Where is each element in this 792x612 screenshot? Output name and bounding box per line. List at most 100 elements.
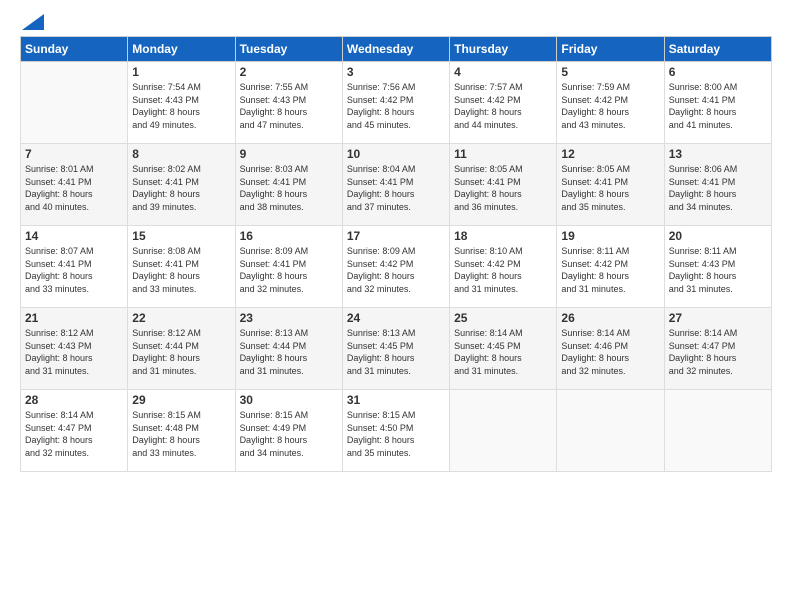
calendar-week-row: 28 Sunrise: 8:14 AMSunset: 4:47 PMDayligh… [21,390,772,472]
calendar-cell: 5 Sunrise: 7:59 AMSunset: 4:42 PMDaylight… [557,62,664,144]
calendar-cell: 1 Sunrise: 7:54 AMSunset: 4:43 PMDaylight… [128,62,235,144]
calendar-cell: 10Sunrise: 8:04 AMSunset: 4:41 PMDayligh… [342,144,449,226]
calendar-cell: 3Sunrise: 7:56 AMSunset: 4:42 PMDaylight… [342,62,449,144]
cell-details: Sunrise: 8:02 AMSunset: 4:41 PMDaylight:… [132,163,230,213]
cell-details: Sunrise: 8:10 AMSunset: 4:42 PMDaylight:… [454,245,552,295]
calendar-cell: 4Sunrise: 7:57 AMSunset: 4:42 PMDaylight… [450,62,557,144]
cell-details: Sunrise: 8:06 AMSunset: 4:41 PMDaylight:… [669,163,767,213]
cell-details: Sunrise: 8:11 AMSunset: 4:42 PMDaylight:… [561,245,659,295]
cell-details: Sunrise: 8:03 AMSunset: 4:41 PMDaylight:… [240,163,338,213]
cell-details: Sunrise: 7:54 AMSunset: 4:43 PMDaylight:… [132,81,230,131]
day-number: 25 [454,311,552,325]
calendar-cell: 9 Sunrise: 8:03 AMSunset: 4:41 PMDaylight… [235,144,342,226]
day-number: 31 [347,393,445,407]
day-number: 29 [132,393,230,407]
cell-details: Sunrise: 7:55 AMSunset: 4:43 PMDaylight:… [240,81,338,131]
calendar-week-row: 7Sunrise: 8:01 AMSunset: 4:41 PMDaylight… [21,144,772,226]
calendar-cell: 2 Sunrise: 7:55 AMSunset: 4:43 PMDaylight… [235,62,342,144]
calendar-cell: 26 Sunrise: 8:14 AMSunset: 4:46 PMDayligh… [557,308,664,390]
cell-details: Sunrise: 8:09 AMSunset: 4:42 PMDaylight:… [347,245,445,295]
day-number: 15 [132,229,230,243]
calendar-cell: 14 Sunrise: 8:07 AMSunset: 4:41 PMDayligh… [21,226,128,308]
day-number: 21 [25,311,123,325]
day-number: 19 [561,229,659,243]
day-number: 12 [561,147,659,161]
calendar-week-row: 21 Sunrise: 8:12 AMSunset: 4:43 PMDayligh… [21,308,772,390]
cell-details: Sunrise: 8:15 AMSunset: 4:48 PMDaylight:… [132,409,230,459]
day-number: 28 [25,393,123,407]
page: SundayMondayTuesdayWednesdayThursdayFrid… [0,0,792,612]
cell-details: Sunrise: 8:14 AMSunset: 4:45 PMDaylight:… [454,327,552,377]
calendar-cell: 7Sunrise: 8:01 AMSunset: 4:41 PMDaylight… [21,144,128,226]
day-number: 23 [240,311,338,325]
cell-details: Sunrise: 7:56 AMSunset: 4:42 PMDaylight:… [347,81,445,131]
calendar-cell: 31 Sunrise: 8:15 AMSunset: 4:50 PMDayligh… [342,390,449,472]
day-number: 20 [669,229,767,243]
day-number: 5 [561,65,659,79]
calendar-cell: 6Sunrise: 8:00 AMSunset: 4:41 PMDaylight… [664,62,771,144]
day-number: 8 [132,147,230,161]
cell-details: Sunrise: 7:59 AMSunset: 4:42 PMDaylight:… [561,81,659,131]
day-number: 22 [132,311,230,325]
day-number: 26 [561,311,659,325]
calendar-cell: 30Sunrise: 8:15 AMSunset: 4:49 PMDayligh… [235,390,342,472]
day-number: 13 [669,147,767,161]
day-number: 14 [25,229,123,243]
day-number: 27 [669,311,767,325]
weekday-header-sunday: Sunday [21,37,128,62]
day-number: 4 [454,65,552,79]
day-number: 9 [240,147,338,161]
cell-details: Sunrise: 8:14 AMSunset: 4:47 PMDaylight:… [669,327,767,377]
calendar-week-row: 14 Sunrise: 8:07 AMSunset: 4:41 PMDayligh… [21,226,772,308]
logo-arrow-icon [22,14,44,30]
cell-details: Sunrise: 8:15 AMSunset: 4:50 PMDaylight:… [347,409,445,459]
cell-details: Sunrise: 8:01 AMSunset: 4:41 PMDaylight:… [25,163,123,213]
calendar-cell: 21 Sunrise: 8:12 AMSunset: 4:43 PMDayligh… [21,308,128,390]
calendar-cell: 11Sunrise: 8:05 AMSunset: 4:41 PMDayligh… [450,144,557,226]
calendar-cell: 19 Sunrise: 8:11 AMSunset: 4:42 PMDayligh… [557,226,664,308]
calendar-cell: 15Sunrise: 8:08 AMSunset: 4:41 PMDayligh… [128,226,235,308]
calendar-cell: 27 Sunrise: 8:14 AMSunset: 4:47 PMDayligh… [664,308,771,390]
cell-details: Sunrise: 8:00 AMSunset: 4:41 PMDaylight:… [669,81,767,131]
cell-details: Sunrise: 8:09 AMSunset: 4:41 PMDaylight:… [240,245,338,295]
weekday-header-wednesday: Wednesday [342,37,449,62]
calendar-cell: 29 Sunrise: 8:15 AMSunset: 4:48 PMDayligh… [128,390,235,472]
calendar-cell: 24 Sunrise: 8:13 AMSunset: 4:45 PMDayligh… [342,308,449,390]
cell-details: Sunrise: 8:07 AMSunset: 4:41 PMDaylight:… [25,245,123,295]
cell-details: Sunrise: 8:04 AMSunset: 4:41 PMDaylight:… [347,163,445,213]
weekday-header-monday: Monday [128,37,235,62]
cell-details: Sunrise: 8:13 AMSunset: 4:45 PMDaylight:… [347,327,445,377]
header [20,16,772,26]
cell-details: Sunrise: 8:14 AMSunset: 4:47 PMDaylight:… [25,409,123,459]
day-number: 24 [347,311,445,325]
calendar-cell: 18Sunrise: 8:10 AMSunset: 4:42 PMDayligh… [450,226,557,308]
cell-details: Sunrise: 8:15 AMSunset: 4:49 PMDaylight:… [240,409,338,459]
weekday-header-thursday: Thursday [450,37,557,62]
calendar-week-row: 1 Sunrise: 7:54 AMSunset: 4:43 PMDaylight… [21,62,772,144]
calendar-cell: 13 Sunrise: 8:06 AMSunset: 4:41 PMDayligh… [664,144,771,226]
day-number: 16 [240,229,338,243]
cell-details: Sunrise: 8:05 AMSunset: 4:41 PMDaylight:… [454,163,552,213]
calendar-cell [21,62,128,144]
calendar-cell: 22 Sunrise: 8:12 AMSunset: 4:44 PMDayligh… [128,308,235,390]
cell-details: Sunrise: 8:05 AMSunset: 4:41 PMDaylight:… [561,163,659,213]
day-number: 2 [240,65,338,79]
weekday-header-tuesday: Tuesday [235,37,342,62]
calendar-cell: 28 Sunrise: 8:14 AMSunset: 4:47 PMDayligh… [21,390,128,472]
cell-details: Sunrise: 8:12 AMSunset: 4:43 PMDaylight:… [25,327,123,377]
day-number: 17 [347,229,445,243]
calendar-cell [664,390,771,472]
calendar-cell: 25 Sunrise: 8:14 AMSunset: 4:45 PMDayligh… [450,308,557,390]
day-number: 1 [132,65,230,79]
calendar-cell: 8 Sunrise: 8:02 AMSunset: 4:41 PMDaylight… [128,144,235,226]
cell-details: Sunrise: 8:13 AMSunset: 4:44 PMDaylight:… [240,327,338,377]
weekday-header-friday: Friday [557,37,664,62]
calendar-cell: 12 Sunrise: 8:05 AMSunset: 4:41 PMDayligh… [557,144,664,226]
calendar-cell [450,390,557,472]
cell-details: Sunrise: 8:12 AMSunset: 4:44 PMDaylight:… [132,327,230,377]
logo [20,16,44,26]
calendar-cell: 20Sunrise: 8:11 AMSunset: 4:43 PMDayligh… [664,226,771,308]
calendar-cell: 16 Sunrise: 8:09 AMSunset: 4:41 PMDayligh… [235,226,342,308]
calendar: SundayMondayTuesdayWednesdayThursdayFrid… [20,36,772,472]
cell-details: Sunrise: 8:14 AMSunset: 4:46 PMDaylight:… [561,327,659,377]
